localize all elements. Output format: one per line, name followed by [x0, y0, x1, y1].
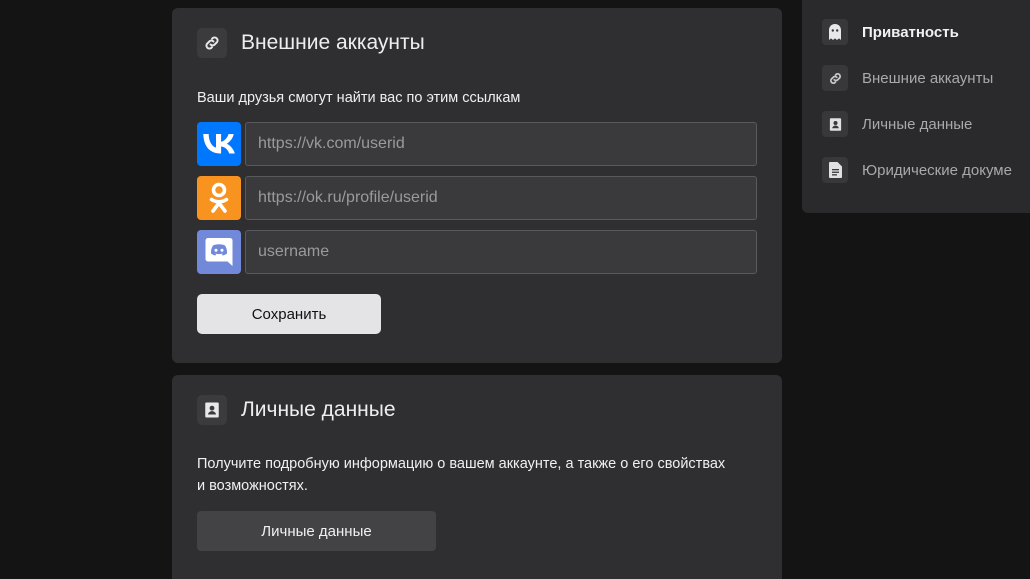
document-icon: [822, 157, 848, 183]
nav-item-label: Личные данные: [862, 115, 973, 133]
external-accounts-card: Внешние аккаунты Ваши друзья смогут найт…: [172, 8, 782, 363]
nav-item-label: Приватность: [862, 23, 959, 41]
external-accounts-header: Внешние аккаунты: [197, 28, 425, 58]
discord-logo-icon: [197, 230, 241, 274]
ghost-icon: [822, 19, 848, 45]
external-accounts-description: Ваши друзья смогут найти вас по этим ссы…: [197, 90, 521, 106]
external-accounts-title: Внешние аккаунты: [241, 31, 425, 54]
personal-data-description-line2: и возможностях.: [197, 478, 308, 494]
link-icon: [822, 65, 848, 91]
nav-item-label: Юридические докуме: [862, 161, 1012, 179]
vk-link-row: [197, 122, 757, 166]
ok-link-row: [197, 176, 757, 220]
nav-item-external-accounts[interactable]: Внешние аккаунты: [822, 65, 993, 91]
vk-url-input[interactable]: [245, 122, 757, 166]
personal-data-card: Личные данные Получите подробную информа…: [172, 375, 782, 579]
contact-card-icon: [822, 111, 848, 137]
personal-data-button[interactable]: Личные данные: [197, 511, 436, 551]
personal-data-description-line1: Получите подробную информацию о вашем ак…: [197, 456, 726, 472]
settings-side-nav: Приватность Внешние аккаунты Личные данн…: [802, 0, 1030, 213]
discord-link-row: [197, 230, 757, 274]
contact-card-icon: [197, 395, 227, 425]
discord-username-input[interactable]: [245, 230, 757, 274]
nav-item-personal-data[interactable]: Личные данные: [822, 111, 972, 137]
link-icon: [197, 28, 227, 58]
personal-data-header: Личные данные: [197, 395, 396, 425]
vk-logo-icon: [197, 122, 241, 166]
nav-item-legal-documents[interactable]: Юридические докуме: [822, 157, 1012, 183]
personal-data-title: Личные данные: [241, 398, 396, 421]
ok-url-input[interactable]: [245, 176, 757, 220]
nav-item-privacy[interactable]: Приватность: [822, 19, 959, 45]
personal-data-description: Получите подробную информацию о вашем ак…: [197, 453, 725, 497]
odnoklassniki-logo-icon: [197, 176, 241, 220]
save-button[interactable]: Сохранить: [197, 294, 381, 334]
nav-item-label: Внешние аккаунты: [862, 69, 994, 87]
